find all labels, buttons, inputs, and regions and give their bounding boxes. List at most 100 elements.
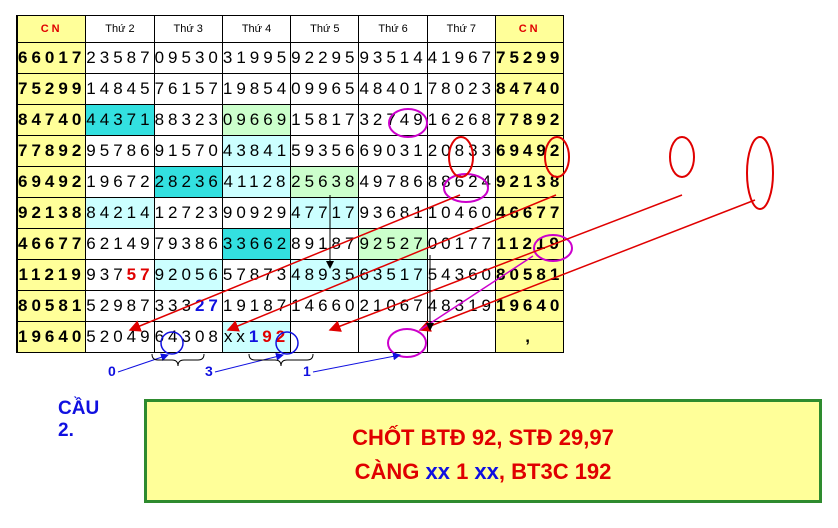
day-value-cell: 90929 — [221, 197, 292, 229]
table-row: 77892 95786 91570 43841 59356 69031 20833 69492 — [16, 135, 565, 167]
under-number-0: 0 — [108, 363, 116, 379]
day-value-cell: 93681 — [358, 197, 428, 229]
table-row: 66017 23587 09530 31995 92295 93514 41967 75299 — [16, 42, 565, 74]
cn-left-value: 19640 — [16, 321, 87, 353]
cn-left-value: 75299 — [16, 73, 87, 105]
day-value-cell: 48935 — [290, 259, 360, 291]
cn-right-value: 11219 — [494, 228, 565, 260]
header-day-thu: Thứ 5 — [290, 15, 360, 43]
day-value-cell: 09669 — [221, 104, 292, 136]
day-value-cell: 33327 — [153, 290, 223, 322]
day-value-cell: 21067 — [358, 290, 428, 322]
day-value-cell: 69031 — [358, 135, 428, 167]
header-cn-left: CN — [16, 15, 87, 43]
day-value-cell: 48319 — [426, 290, 497, 322]
cn-right-value: 69492 — [494, 135, 565, 167]
verdict-panel: CHỐT BTĐ 92, STĐ 29,97 CÀNG xx 1 xx, BT3… — [144, 399, 822, 503]
day-value-cell: 52987 — [85, 290, 155, 322]
cn-left-value: 11219 — [16, 259, 87, 291]
day-value-cell: 28236 — [153, 166, 223, 198]
header-day-mon: Thứ 2 — [85, 15, 155, 43]
header-day-wed: Thứ 4 — [221, 15, 292, 43]
day-value-cell: 59356 — [290, 135, 360, 167]
cn-left-value: 69492 — [16, 166, 87, 198]
day-value-cell: 88323 — [153, 104, 223, 136]
cn-right-value: 84740 — [494, 73, 565, 105]
header-cn-right: CN — [494, 15, 565, 43]
cau-label: CẦU 2. — [58, 398, 100, 441]
under-number-1: 1 — [303, 363, 311, 379]
cn-left-value: 84740 — [16, 104, 87, 136]
day-value-cell: 92056 — [153, 259, 223, 291]
day-value-cell — [358, 321, 428, 353]
day-value-cell: 78023 — [426, 73, 497, 105]
day-value-cell — [290, 321, 360, 353]
verdict-line-2-part-c: 1 — [449, 459, 475, 484]
day-value-cell: 93514 — [358, 42, 428, 74]
cn-right-value: 75299 — [494, 42, 565, 74]
day-value-cell: 63517 — [358, 259, 428, 291]
cn-right-value: 80581 — [494, 259, 565, 291]
day-value-cell: 31995 — [221, 42, 292, 74]
cn-right-value: , — [494, 321, 565, 353]
day-value-cell: xx192 — [221, 321, 292, 353]
table-row: 92138 84214 12723 90929 47717 93681 10460 46677 — [16, 197, 565, 229]
day-value-cell: 57873 — [221, 259, 292, 291]
verdict-line-2-part-a: CÀNG — [354, 459, 426, 484]
day-value-cell — [426, 321, 497, 353]
day-value-cell: 32749 — [358, 104, 428, 136]
cn-left-value: 66017 — [16, 42, 87, 74]
verdict-line-2-part-e: , BT3C 192 — [498, 459, 612, 484]
day-value-cell: 19672 — [85, 166, 155, 198]
day-value-cell: 92527 — [358, 228, 428, 260]
day-value-cell: 48401 — [358, 73, 428, 105]
day-value-cell: 76157 — [153, 73, 223, 105]
day-value-cell: 09965 — [290, 73, 360, 105]
cn-right-value: 92138 — [494, 166, 565, 198]
day-value-cell: 88624 — [426, 166, 497, 198]
day-value-cell: 19854 — [221, 73, 292, 105]
day-value-cell: 62149 — [85, 228, 155, 260]
day-value-cell: 10460 — [426, 197, 497, 229]
verdict-line-2-xx-1: xx — [425, 459, 450, 484]
verdict-line-2: CÀNG xx 1 xx, BT3C 192 — [147, 459, 819, 485]
day-value-cell: 33662 — [221, 228, 292, 260]
cn-left-value: 92138 — [16, 197, 87, 229]
table-row: 19640 52049 64308 xx192, — [16, 321, 565, 353]
red-oval-cn — [746, 136, 774, 210]
day-value-cell: 14845 — [85, 73, 155, 105]
day-value-cell: 54360 — [426, 259, 497, 291]
verdict-line-2-xx-2: xx — [474, 459, 499, 484]
day-value-cell: 43841 — [221, 135, 292, 167]
cn-right-value: 46677 — [494, 197, 565, 229]
day-value-cell: 19187 — [221, 290, 292, 322]
cn-left-value: 77892 — [16, 135, 87, 167]
table-row: 75299 14845 76157 19854 09965 48401 78023 84740 — [16, 73, 565, 105]
verdict-line-1: CHỐT BTĐ 92, STĐ 29,97 — [352, 425, 614, 450]
day-value-cell: 52049 — [85, 321, 155, 353]
day-value-cell: 41967 — [426, 42, 497, 74]
day-value-cell: 47717 — [290, 197, 360, 229]
day-value-cell: 79386 — [153, 228, 223, 260]
day-value-cell: 09530 — [153, 42, 223, 74]
header-day-fri: Thứ 6 — [358, 15, 428, 43]
header-row: CN Thứ 2 Thứ 3 Thứ 4 Thứ 5 Thứ 6 Thứ 7 C… — [16, 15, 565, 43]
day-value-cell: 20833 — [426, 135, 497, 167]
results-grid: CN Thứ 2 Thứ 3 Thứ 4 Thứ 5 Thứ 6 Thứ 7 C… — [16, 15, 565, 353]
table-row: 11219 93757 92056 57873 48935 63517 54360 80581 — [16, 259, 565, 291]
day-value-cell: 15817 — [290, 104, 360, 136]
day-value-cell: 41128 — [221, 166, 292, 198]
day-value-cell: 00177 — [426, 228, 497, 260]
table-row: 84740 44371 88323 09669 15817 32749 16268 77892 — [16, 104, 565, 136]
day-value-cell: 44371 — [85, 104, 155, 136]
day-value-cell: 12723 — [153, 197, 223, 229]
day-value-cell: 84214 — [85, 197, 155, 229]
under-number-3: 3 — [205, 363, 213, 379]
red-oval-sat — [669, 136, 695, 178]
cn-left-value: 46677 — [16, 228, 87, 260]
day-value-cell: 14660 — [290, 290, 360, 322]
cn-right-value: 19640 — [494, 290, 565, 322]
day-value-cell: 93757 — [85, 259, 155, 291]
day-value-cell: 91570 — [153, 135, 223, 167]
table-row: 69492 19672 28236 41128 25638 49786 88624 92138 — [16, 166, 565, 198]
